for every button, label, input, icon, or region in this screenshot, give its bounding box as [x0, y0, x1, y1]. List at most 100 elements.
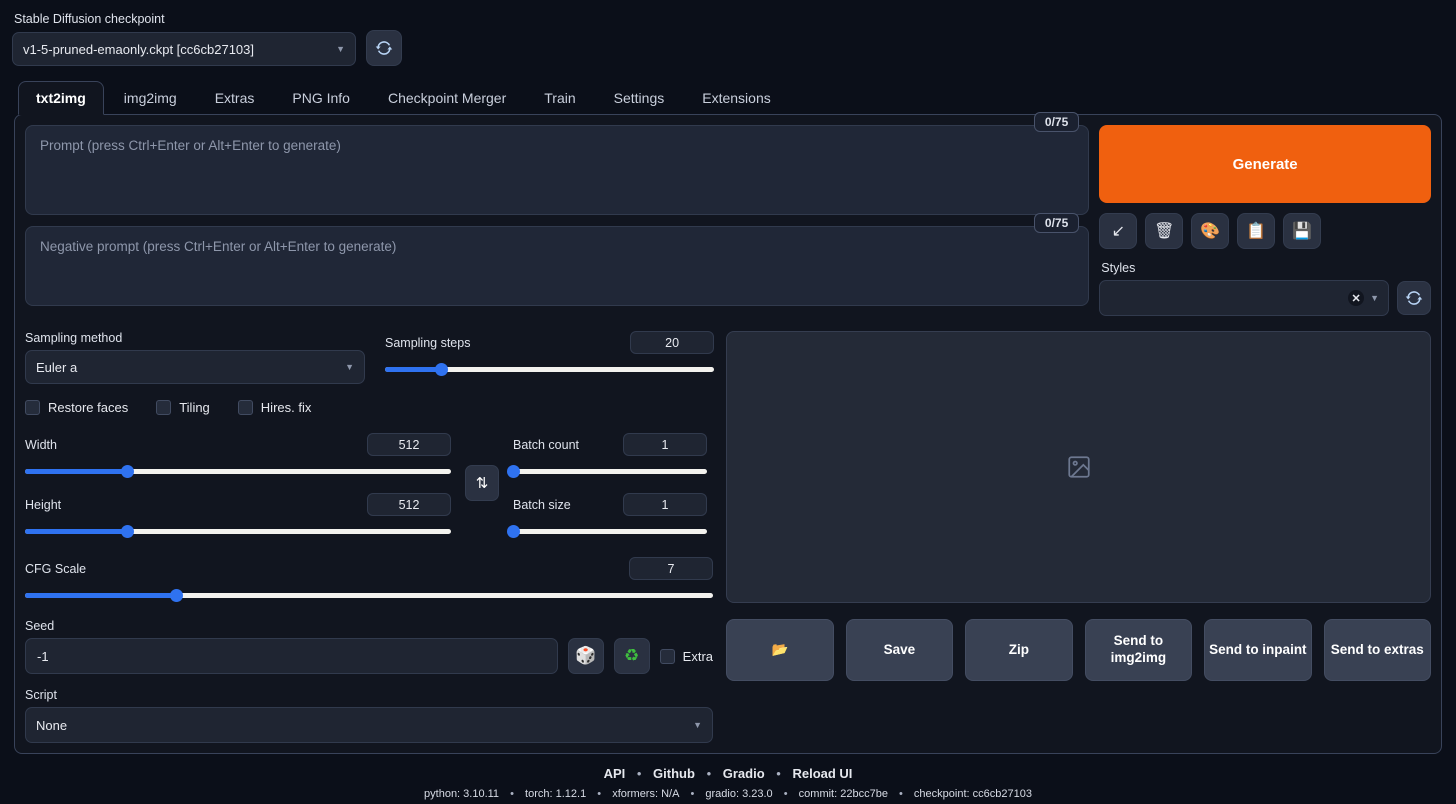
sampling-steps-slider[interactable] [385, 361, 715, 377]
checkpoint-select[interactable]: v1-5-pruned-emaonly.ckpt [cc6cb27103] ▼ [12, 32, 356, 66]
width-label: Width [25, 437, 57, 452]
width-slider[interactable] [25, 463, 451, 479]
save-style-button[interactable]: 💾 [1283, 213, 1322, 249]
sampling-steps-value[interactable]: 20 [630, 331, 715, 354]
sampling-steps-label: Sampling steps [385, 335, 471, 350]
tiling-checkbox[interactable]: Tiling [156, 400, 210, 415]
tab-png-info[interactable]: PNG Info [274, 81, 368, 115]
cfg-scale-value[interactable]: 7 [629, 557, 713, 580]
apply-style-button[interactable]: 🎨 [1191, 213, 1230, 249]
batch-count-slider[interactable] [507, 463, 707, 479]
slider-thumb[interactable] [507, 465, 520, 478]
sampling-method-label: Sampling method [25, 331, 123, 345]
slider-track [513, 529, 707, 534]
send-to-extras-button[interactable]: Send to extras [1323, 619, 1432, 681]
prompt-input[interactable] [25, 125, 1090, 215]
seed-field: Seed -1 🎲 ♻ Extra [25, 619, 713, 674]
checkbox-icon [156, 400, 172, 415]
footer-links: API • Github • Gradio • Reload UI [8, 766, 1448, 781]
txt2img-panel: 0/75 0/75 Generate ↙ 🗑 [14, 112, 1442, 754]
batch-size-slider[interactable] [507, 523, 707, 539]
tab-extensions[interactable]: Extensions [684, 81, 788, 115]
generate-button[interactable]: Generate [1099, 125, 1431, 203]
paste-button[interactable]: 📋 [1237, 213, 1276, 249]
prompt-tool-icons: ↙ 🗑 🎨 📋 💾 [1099, 213, 1431, 249]
refresh-styles-button[interactable] [1397, 281, 1431, 315]
settings-column: Sampling method Euler a ▼ Sampling steps… [25, 331, 715, 743]
send-to-img2img-button[interactable]: Send to img2img [1084, 619, 1193, 681]
github-link[interactable]: Github [653, 766, 695, 781]
checkpoint-field: Stable Diffusion checkpoint v1-5-pruned-… [12, 12, 356, 66]
apply-style-paint-icon: 🎨 [1200, 223, 1221, 240]
reuse-seed-recycle-icon: ♻ [624, 646, 640, 665]
main-tabs: txt2img img2img Extras PNG Info Checkpoi… [18, 80, 1448, 115]
close-icon[interactable]: ✕ [1348, 290, 1365, 306]
batch-size-value[interactable]: 1 [623, 493, 707, 516]
hires-fix-checkbox[interactable]: Hires. fix [237, 400, 311, 415]
separator: • [636, 766, 642, 781]
tab-img2img[interactable]: img2img [106, 81, 195, 115]
slider-thumb[interactable] [121, 465, 135, 478]
seed-input[interactable]: -1 [25, 638, 558, 674]
sampling-method-select[interactable]: Euler a ▼ [25, 350, 365, 384]
checkpoint-hash: checkpoint: cc6cb27103 [913, 788, 1032, 800]
checkbox-icon [25, 400, 40, 415]
script-value: None [36, 717, 68, 733]
image-result-gallery[interactable] [726, 331, 1431, 603]
gradio-link[interactable]: Gradio [723, 766, 765, 781]
checkpoint-row: Stable Diffusion checkpoint v1-5-pruned-… [8, 10, 1448, 66]
separator: • [776, 766, 781, 781]
send-to-inpaint-button[interactable]: Send to inpaint [1204, 619, 1312, 681]
slider-thumb[interactable] [507, 525, 520, 538]
result-column: 📂 Save Zip Send to img2img Send to inpai… [726, 331, 1432, 743]
prompt-token-counter: 0/75 [1033, 112, 1080, 132]
clear-prompt-button[interactable]: 🗑 [1145, 213, 1184, 249]
open-folder-button[interactable]: 📂 [726, 619, 834, 681]
tab-checkpoint-merger[interactable]: Checkpoint Merger [370, 81, 524, 115]
tab-txt2img[interactable]: txt2img [18, 81, 104, 115]
save-button[interactable]: Save [845, 619, 954, 681]
slider-thumb[interactable] [434, 363, 448, 376]
script-label: Script [25, 688, 57, 702]
height-value[interactable]: 512 [367, 493, 451, 516]
batch-count-value[interactable]: 1 [623, 433, 707, 456]
batch-count-label: Batch count [513, 437, 580, 452]
slider-fill [385, 367, 441, 372]
height-head: Height 512 [25, 493, 451, 516]
tab-extras[interactable]: Extras [197, 81, 273, 115]
sampling-steps-head: Sampling steps 20 [385, 331, 715, 354]
slider-thumb[interactable] [121, 525, 135, 538]
tab-train[interactable]: Train [526, 81, 593, 115]
swap-dimensions-button[interactable]: ⇅ [465, 465, 499, 501]
reload-ui-link[interactable]: Reload UI [792, 766, 852, 781]
slider-thumb[interactable] [170, 589, 184, 602]
sampling-method-value: Euler a [36, 359, 78, 375]
random-seed-button[interactable]: 🎲 [567, 638, 604, 674]
refresh-checkpoint-button[interactable] [366, 30, 402, 66]
restore-faces-checkbox[interactable]: Restore faces [25, 400, 128, 415]
slider-fill [25, 469, 128, 474]
width-value[interactable]: 512 [367, 433, 451, 456]
separator: • [510, 788, 514, 800]
extra-seed-checkbox[interactable]: Extra [659, 648, 713, 664]
swap-dimensions-icon: ⇅ [475, 475, 489, 492]
restore-faces-label: Restore faces [48, 400, 129, 415]
script-select[interactable]: None ▼ [25, 707, 713, 743]
api-link[interactable]: API [604, 766, 626, 781]
chevron-down-icon: ▼ [693, 720, 702, 730]
checkpoint-label: Stable Diffusion checkpoint [14, 12, 165, 26]
folder-icon: 📂 [771, 641, 789, 657]
height-slider[interactable] [25, 523, 451, 539]
restore-progress-button[interactable]: ↙ [1099, 213, 1138, 249]
separator: • [899, 788, 903, 800]
tab-settings[interactable]: Settings [596, 81, 683, 115]
cfg-scale-slider[interactable] [25, 587, 713, 603]
zip-button[interactable]: Zip [965, 619, 1073, 681]
footer: API • Github • Gradio • Reload UI python… [8, 766, 1448, 800]
styles-select[interactable]: ✕ ▼ [1099, 280, 1389, 316]
refresh-icon [375, 41, 393, 55]
version-info: python: 3.10.11 • torch: 1.12.1 • xforme… [8, 788, 1448, 800]
reuse-seed-button[interactable]: ♻ [613, 638, 650, 674]
negative-prompt-input[interactable] [25, 226, 1090, 306]
prompt-wrap: 0/75 [25, 112, 1090, 218]
